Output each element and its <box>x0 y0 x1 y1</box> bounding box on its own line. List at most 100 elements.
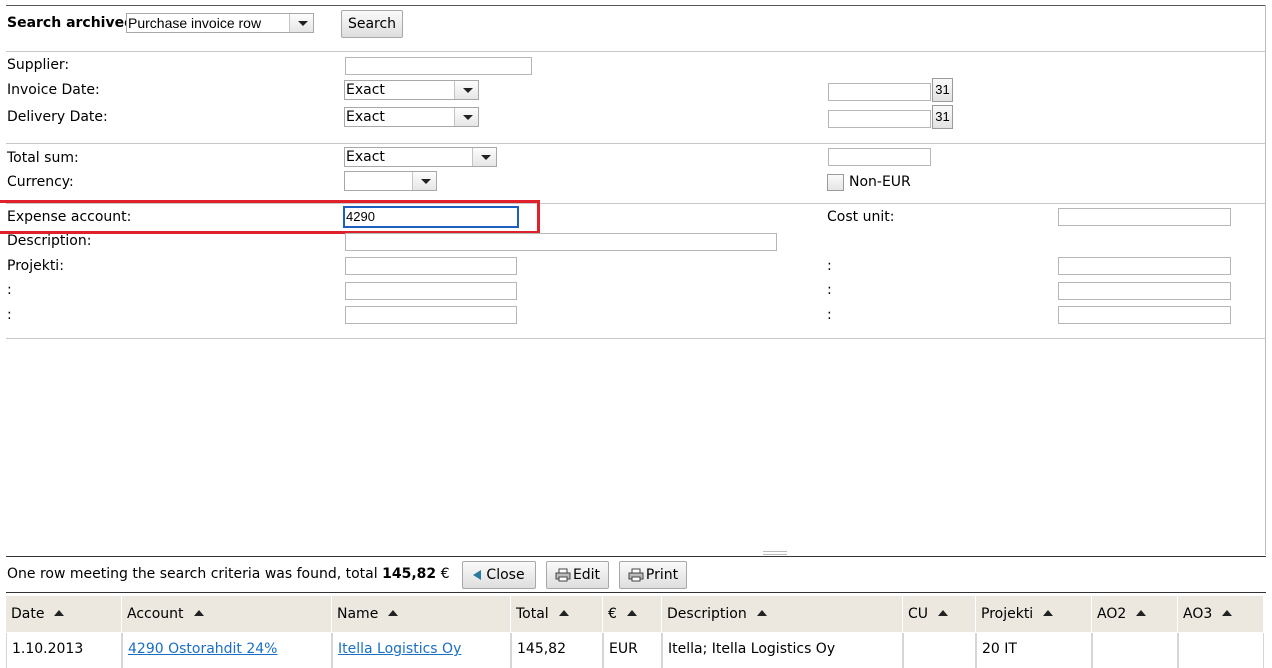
cell-name: Itella Logistics Oy <box>332 633 511 668</box>
sort-up-icon <box>388 610 399 616</box>
results-summary: One row meeting the search criteria was … <box>7 565 449 583</box>
column-header-currency[interactable]: € <box>603 596 662 632</box>
invoice-date-mode-value: Exact <box>346 82 385 98</box>
dimension-colon-label: : <box>7 282 12 298</box>
description-label: Description: <box>7 233 92 249</box>
summary-currency: € <box>436 566 450 582</box>
search-type-select[interactable]: Purchase invoice row <box>126 13 314 33</box>
calendar-icon[interactable]: 31 <box>932 78 953 102</box>
divider <box>6 338 1266 339</box>
supplier-label: Supplier: <box>7 57 70 73</box>
cell-currency: EUR <box>603 633 662 668</box>
edit-button[interactable]: Edit <box>546 561 609 589</box>
column-header-projekti[interactable]: Projekti <box>976 596 1092 632</box>
cell-ao2 <box>1092 633 1178 668</box>
results-top-line <box>6 592 1266 593</box>
account-link[interactable]: 4290 Ostorahdit 24% <box>128 641 278 657</box>
currency-label: Currency: <box>7 174 74 190</box>
column-header-account[interactable]: Account <box>122 596 332 632</box>
close-button[interactable]: Close <box>462 561 536 589</box>
delivery-date-label: Delivery Date: <box>7 109 108 125</box>
divider <box>6 143 1266 144</box>
supplier-input[interactable] <box>345 57 532 75</box>
search-button[interactable]: Search <box>341 10 403 38</box>
divider <box>6 51 1266 52</box>
cost-unit-label: Cost unit: <box>827 209 895 225</box>
splitter-line <box>6 556 1266 557</box>
expense-account-label: Expense account: <box>7 209 132 225</box>
cell-projekti: 20 IT <box>976 633 1092 668</box>
search-archived-label: Search archived <box>7 15 135 31</box>
summary-total: 145,82 <box>382 566 437 582</box>
dimension-colon-label: : <box>827 307 832 323</box>
dimension-colon-label: : <box>827 258 832 274</box>
dimension-colon-label: : <box>7 307 12 323</box>
currency-select[interactable] <box>344 171 437 191</box>
print-label: Print <box>645 567 679 583</box>
chevron-down-icon <box>472 148 496 166</box>
non-eur-checkbox[interactable] <box>827 174 844 191</box>
sort-up-icon <box>1136 610 1147 616</box>
search-type-value: Purchase invoice row <box>128 15 262 31</box>
dimension-input[interactable] <box>1058 257 1231 275</box>
calendar-icon[interactable]: 31 <box>932 105 953 129</box>
delivery-date-input[interactable] <box>828 110 931 128</box>
cell-cu <box>903 633 976 668</box>
dimension-input[interactable] <box>1058 282 1231 300</box>
sort-up-icon <box>1222 610 1233 616</box>
dimension-input[interactable] <box>1058 306 1231 324</box>
description-input[interactable] <box>345 233 777 251</box>
supplier-link[interactable]: Itella Logistics Oy <box>338 641 461 657</box>
dimension-colon-label: : <box>827 282 832 298</box>
column-header-cu[interactable]: CU <box>903 596 976 632</box>
top-border <box>6 5 1266 6</box>
printer-icon <box>555 568 571 582</box>
total-sum-input[interactable] <box>828 148 931 166</box>
column-header-name[interactable]: Name <box>332 596 511 632</box>
sort-up-icon <box>626 610 637 616</box>
sort-up-icon <box>1043 610 1054 616</box>
column-header-ao3[interactable]: AO3 <box>1178 596 1264 632</box>
right-border <box>1265 5 1266 555</box>
dimension-input[interactable] <box>345 282 517 300</box>
cell-date: 1.10.2013 <box>6 633 122 668</box>
invoice-date-label: Invoice Date: <box>7 82 100 98</box>
sort-up-icon <box>756 610 767 616</box>
delivery-date-mode-select[interactable]: Exact <box>344 107 479 127</box>
column-header-ao2[interactable]: AO2 <box>1092 596 1178 632</box>
print-button[interactable]: Print <box>619 561 687 589</box>
chevron-down-icon <box>454 81 478 99</box>
non-eur-label: Non-EUR <box>849 174 911 190</box>
dimension-input[interactable] <box>345 306 517 324</box>
total-sum-label: Total sum: <box>7 150 79 166</box>
expense-account-value: 4290 <box>346 209 375 224</box>
close-label: Close <box>486 567 525 583</box>
column-header-date[interactable]: Date <box>6 596 122 632</box>
chevron-down-icon <box>454 108 478 126</box>
sort-up-icon <box>193 610 204 616</box>
printer-icon <box>628 568 644 582</box>
projekti-input[interactable] <box>345 257 517 275</box>
cell-total: 145,82 <box>511 633 603 668</box>
column-header-description[interactable]: Description <box>662 596 903 632</box>
sort-up-icon <box>558 610 569 616</box>
total-sum-mode-select[interactable]: Exact <box>344 147 497 167</box>
close-arrow-icon <box>473 570 482 580</box>
expense-account-input[interactable]: 4290 <box>343 206 519 228</box>
cell-account: 4290 Ostorahdit 24% <box>122 633 332 668</box>
column-header-total[interactable]: Total <box>511 596 603 632</box>
summary-text: One row meeting the search criteria was … <box>7 566 383 582</box>
total-sum-mode-value: Exact <box>346 149 385 165</box>
cell-description: Itella; Itella Logistics Oy <box>662 633 903 668</box>
invoice-date-input[interactable] <box>828 83 931 101</box>
edit-label: Edit <box>572 567 601 583</box>
delivery-date-mode-value: Exact <box>346 109 385 125</box>
sort-up-icon <box>54 610 65 616</box>
cell-ao3 <box>1178 633 1264 668</box>
projekti-label: Projekti: <box>7 258 64 274</box>
splitter-handle[interactable] <box>763 551 787 555</box>
chevron-down-icon <box>289 14 313 32</box>
cost-unit-input[interactable] <box>1058 208 1231 226</box>
sort-up-icon <box>938 610 949 616</box>
invoice-date-mode-select[interactable]: Exact <box>344 80 479 100</box>
